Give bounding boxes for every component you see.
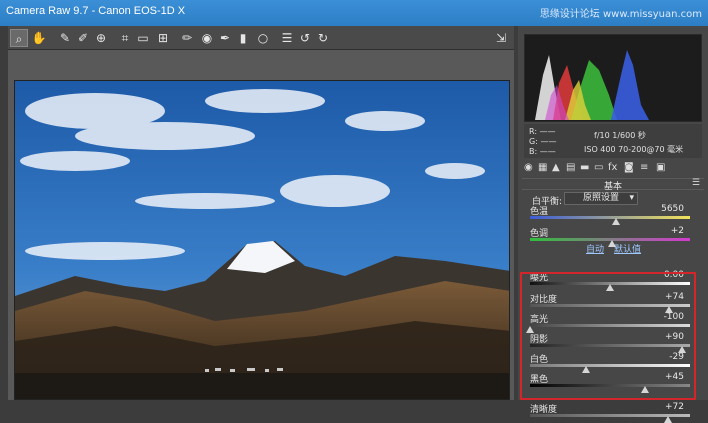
presets-icon[interactable]: ≡ [640,162,648,173]
camera-calibration-icon[interactable]: ◙ [624,162,634,173]
window-title: Camera Raw 9.7 - Canon EOS-1D X [6,5,186,17]
section-header: 基本 ☰ [522,178,704,192]
red-eye-icon[interactable]: ◉ [198,29,216,47]
slider-track-temp[interactable] [530,216,690,219]
snapshots-icon[interactable]: ▣ [656,162,665,173]
transform-icon[interactable]: ⊞ [154,29,172,47]
adjustment-brush-icon[interactable]: ✒ [216,29,234,47]
spot-removal-icon[interactable]: ✏ [178,29,196,47]
info-readout: R: —— G: —— B: —— f/10 1/600 秒 ISO 400 7… [524,124,702,158]
targeted-adjust-icon[interactable]: ⊕ [92,29,110,47]
histogram [524,34,702,122]
zoom-icon[interactable]: ⌕ [10,29,28,47]
slider-thumb-tint[interactable] [607,240,616,247]
straighten-icon[interactable]: ▭ [134,29,152,47]
open-object-icon[interactable]: ⇲ [492,29,510,47]
image-canvas[interactable] [8,50,514,400]
slider-value-clarity[interactable]: +72 [644,402,684,412]
chevron-down-icon: ▾ [629,193,634,203]
iso-lens: ISO 400 70-200@70 毫米 [584,145,684,154]
radial-filter-icon[interactable]: ○ [254,29,272,47]
section-title: 基本 [603,182,622,192]
aperture-shutter: f/10 1/600 秒 [594,131,646,140]
toolbar: ⌕ ✋ ✎ ✐ ⊕ ⌗ ▭ ⊞ ✏ ◉ ✒ ▮ ○ ☰ ↺ ↻ ⇲ [8,26,514,50]
highlight-box [520,272,696,400]
watermark: 思缘设计论坛 www.missyuan.com [539,9,702,20]
list-icon[interactable]: ☰ [278,29,296,47]
graduated-filter-icon[interactable]: ▮ [234,29,252,47]
wb-select[interactable]: 原照设置 ▾ [564,192,638,205]
rotate-left-icon[interactable]: ↺ [296,29,314,47]
slider-value-temp[interactable]: 5650 [644,204,684,214]
slider-thumb-clarity[interactable] [663,416,672,423]
lens-icon[interactable]: ▭ [594,162,603,173]
effects-icon[interactable]: fx [608,162,617,173]
slider-value-tint[interactable]: +2 [644,226,684,236]
photo-preview [14,80,510,400]
wb-select-value: 原照设置 [583,193,620,203]
panel-tabs: ◉ ▦ ▲ ▤ ▬ ▭ fx ◙ ≡ ▣ [522,162,704,176]
panel-menu-icon[interactable]: ☰ [692,178,700,188]
histogram-graph [535,50,649,120]
crop-icon[interactable]: ⌗ [116,29,134,47]
white-balance-icon[interactable]: ✎ [56,29,74,47]
rotate-right-icon[interactable]: ↻ [314,29,332,47]
color-sampler-icon[interactable]: ✐ [74,29,92,47]
r-readout: R: —— [529,127,556,136]
tone-curve-icon[interactable]: ▦ [538,162,547,173]
mountain-photo [15,81,509,399]
detail-icon[interactable]: ▲ [552,162,560,173]
basic-tab-icon[interactable]: ◉ [524,162,533,173]
auto-link[interactable]: 自动 [586,242,604,255]
slider-thumb-temp[interactable] [612,218,621,225]
title-bar: Camera Raw 9.7 - Canon EOS-1D X 思缘设计论坛 w… [0,0,708,26]
hand-icon[interactable]: ✋ [30,29,48,47]
b-readout: B: —— [529,147,556,156]
split-tone-icon[interactable]: ▬ [580,162,589,173]
default-link[interactable]: 默认值 [614,242,641,255]
hsl-icon[interactable]: ▤ [566,162,575,173]
g-readout: G: —— [529,137,557,146]
